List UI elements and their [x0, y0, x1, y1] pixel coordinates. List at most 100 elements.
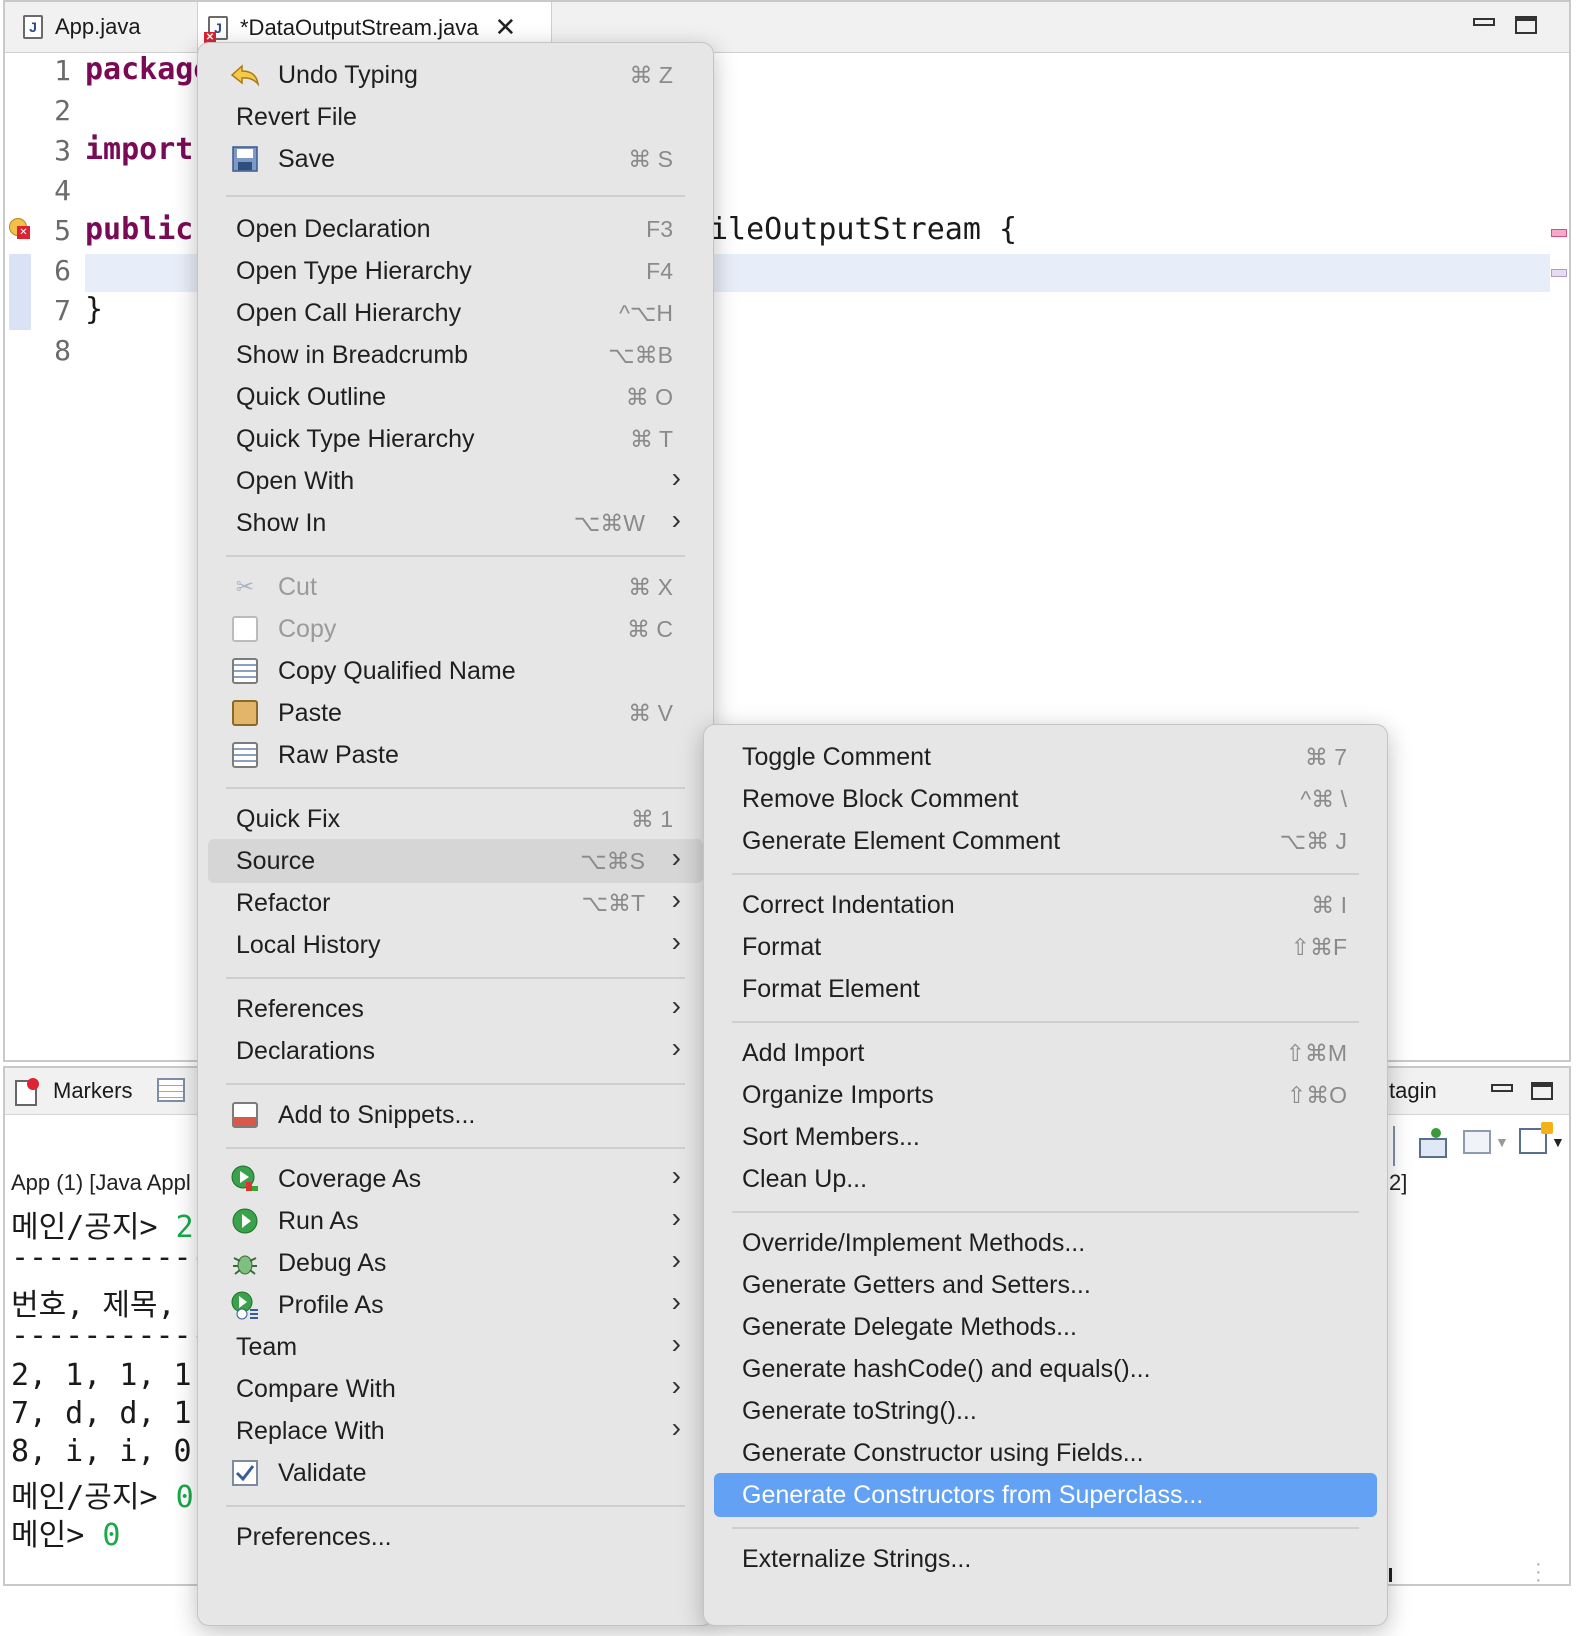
chevron-right-icon: ›: [671, 884, 681, 915]
submenu-item-format-element[interactable]: Format Element: [714, 967, 1377, 1011]
submenu-item-generate-constructor-fields[interactable]: Generate Constructor using Fields...: [714, 1431, 1377, 1475]
source-submenu: Toggle Comment ⌘ 7 Remove Block Comment ^⌘…: [703, 724, 1388, 1626]
submenu-item-externalize-strings[interactable]: Externalize Strings...: [714, 1537, 1377, 1581]
menu-item-cut[interactable]: ✂ Cut ⌘ X: [208, 565, 703, 609]
raw-paste-icon: [230, 740, 260, 770]
menu-item-undo-typing[interactable]: Undo Typing ⌘ Z: [208, 53, 703, 97]
menu-item-copy-qualified-name[interactable]: Copy Qualified Name: [208, 649, 703, 693]
line-number: 4: [54, 174, 71, 207]
menu-separator: [732, 873, 1359, 875]
chevron-down-icon[interactable]: ▼: [1551, 1134, 1565, 1150]
error-warning-icon[interactable]: ✕: [9, 218, 31, 240]
menu-item-preferences[interactable]: Preferences...: [208, 1515, 703, 1559]
menu-separator: [226, 787, 685, 789]
console-process-label: App (1) [Java Appl: [11, 1170, 191, 1195]
menu-item-compare-with[interactable]: Compare With ›: [208, 1367, 703, 1411]
menu-item-open-declaration[interactable]: Open Declaration F3: [208, 207, 703, 251]
submenu-item-generate-delegate-methods[interactable]: Generate Delegate Methods...: [714, 1305, 1377, 1349]
copy-icon: [230, 614, 260, 644]
checkbox-icon: [230, 1458, 260, 1488]
chevron-right-icon: ›: [671, 462, 681, 493]
menu-item-add-to-snippets[interactable]: Add to Snippets...: [208, 1093, 703, 1137]
display-console-icon[interactable]: [1463, 1130, 1491, 1154]
submenu-item-generate-hashcode-equals[interactable]: Generate hashCode() and equals()...: [714, 1347, 1377, 1391]
tab-right-label[interactable]: tagin: [1389, 1078, 1437, 1104]
menu-item-open-with[interactable]: Open With ›: [208, 459, 703, 503]
console-line: ------------: [11, 1240, 228, 1275]
minimize-icon[interactable]: [1491, 1084, 1513, 1092]
tab-markers[interactable]: Markers: [53, 1078, 132, 1104]
pin-console-icon[interactable]: [1417, 1128, 1447, 1158]
menu-item-team[interactable]: Team ›: [208, 1325, 703, 1369]
submenu-item-sort-members[interactable]: Sort Members...: [714, 1115, 1377, 1159]
properties-icon[interactable]: [157, 1078, 185, 1102]
menu-item-revert-file[interactable]: Revert File: [208, 95, 703, 139]
maximize-icon[interactable]: [1515, 16, 1537, 34]
menu-item-raw-paste[interactable]: Raw Paste: [208, 733, 703, 777]
context-menu: Undo Typing ⌘ Z Revert File Save ⌘ S Open …: [197, 42, 714, 1626]
menu-item-copy[interactable]: Copy ⌘ C: [208, 607, 703, 651]
menu-item-quick-fix[interactable]: Quick Fix ⌘ 1: [208, 797, 703, 841]
chevron-right-icon: ›: [671, 1286, 681, 1317]
submenu-item-generate-tostring[interactable]: Generate toString()...: [714, 1389, 1377, 1433]
menu-item-replace-with[interactable]: Replace With ›: [208, 1409, 703, 1453]
submenu-item-remove-block-comment[interactable]: Remove Block Comment ^⌘ \: [714, 777, 1377, 821]
submenu-item-format[interactable]: Format ⇧⌘F: [714, 925, 1377, 969]
menu-item-source[interactable]: Source ⌥⌘S ›: [208, 839, 703, 883]
code-line-3: import: [85, 132, 194, 167]
error-marker[interactable]: [1551, 229, 1567, 237]
submenu-item-correct-indentation[interactable]: Correct Indentation ⌘ I: [714, 883, 1377, 927]
submenu-item-toggle-comment[interactable]: Toggle Comment ⌘ 7: [714, 735, 1377, 779]
menu-item-quick-outline[interactable]: Quick Outline ⌘ O: [208, 375, 703, 419]
tab-app-java[interactable]: J App.java: [15, 2, 195, 52]
menu-separator: [226, 195, 685, 197]
more-options-icon[interactable]: · · ·: [1535, 1554, 1542, 1590]
occurrence-marker[interactable]: [1551, 269, 1567, 277]
submenu-item-generate-element-comment[interactable]: Generate Element Comment ⌥⌘ J: [714, 819, 1377, 863]
chevron-right-icon: ›: [671, 1370, 681, 1401]
submenu-item-generate-getters-setters[interactable]: Generate Getters and Setters...: [714, 1263, 1377, 1307]
menu-item-save[interactable]: Save ⌘ S: [208, 137, 703, 181]
menu-item-show-in-breadcrumb[interactable]: Show in Breadcrumb ⌥⌘B: [208, 333, 703, 377]
coverage-icon: [230, 1164, 260, 1194]
submenu-item-generate-constructors-superclass[interactable]: Generate Constructors from Superclass...: [714, 1473, 1377, 1517]
submenu-item-organize-imports[interactable]: Organize Imports ⇧⌘O: [714, 1073, 1377, 1117]
tab-label: App.java: [55, 14, 141, 39]
menu-item-refactor[interactable]: Refactor ⌥⌘T ›: [208, 881, 703, 925]
console-line: ------------: [11, 1318, 228, 1353]
menu-item-show-in[interactable]: Show In ⌥⌘W ›: [208, 501, 703, 545]
bug-icon: [230, 1248, 260, 1278]
code-line-1: package: [85, 52, 212, 87]
submenu-item-add-import[interactable]: Add Import ⇧⌘M: [714, 1031, 1377, 1075]
menu-item-paste[interactable]: Paste ⌘ V: [208, 691, 703, 735]
menu-separator: [226, 1083, 685, 1085]
new-console-icon[interactable]: [1519, 1122, 1553, 1154]
console-line: 8, i, i, 0,: [11, 1434, 210, 1469]
menu-item-validate[interactable]: Validate: [208, 1451, 703, 1495]
close-icon[interactable]: ✕: [494, 12, 516, 43]
code-line-5-rest: ileOutputStream {: [710, 212, 1018, 247]
menu-item-quick-type-hierarchy[interactable]: Quick Type Hierarchy ⌘ T: [208, 417, 703, 461]
line-number: 3: [54, 134, 71, 167]
chevron-right-icon: ›: [671, 1032, 681, 1063]
menu-item-debug-as[interactable]: Debug As ›: [208, 1241, 703, 1285]
submenu-item-override-implement[interactable]: Override/Implement Methods...: [714, 1221, 1377, 1265]
menu-item-run-as[interactable]: Run As ›: [208, 1199, 703, 1243]
menu-item-open-type-hierarchy[interactable]: Open Type Hierarchy F4: [208, 249, 703, 293]
menu-item-coverage-as[interactable]: Coverage As ›: [208, 1157, 703, 1201]
markers-icon: [13, 1076, 41, 1106]
maximize-icon[interactable]: [1531, 1082, 1553, 1100]
console-line: 2, 1, 1, 1,: [11, 1358, 210, 1393]
submenu-item-clean-up[interactable]: Clean Up...: [714, 1157, 1377, 1201]
chevron-right-icon: ›: [671, 990, 681, 1021]
menu-item-references[interactable]: References ›: [208, 987, 703, 1031]
minimize-icon[interactable]: [1473, 18, 1495, 26]
line-number: 5: [54, 214, 71, 247]
cursor-mark: [1389, 1568, 1392, 1582]
copy-qualified-icon: [230, 656, 260, 686]
menu-item-declarations[interactable]: Declarations ›: [208, 1029, 703, 1073]
menu-item-open-call-hierarchy[interactable]: Open Call Hierarchy ^⌥H: [208, 291, 703, 335]
menu-item-profile-as[interactable]: Profile As ›: [208, 1283, 703, 1327]
menu-item-local-history[interactable]: Local History ›: [208, 923, 703, 967]
chevron-down-icon[interactable]: ▼: [1495, 1134, 1509, 1150]
